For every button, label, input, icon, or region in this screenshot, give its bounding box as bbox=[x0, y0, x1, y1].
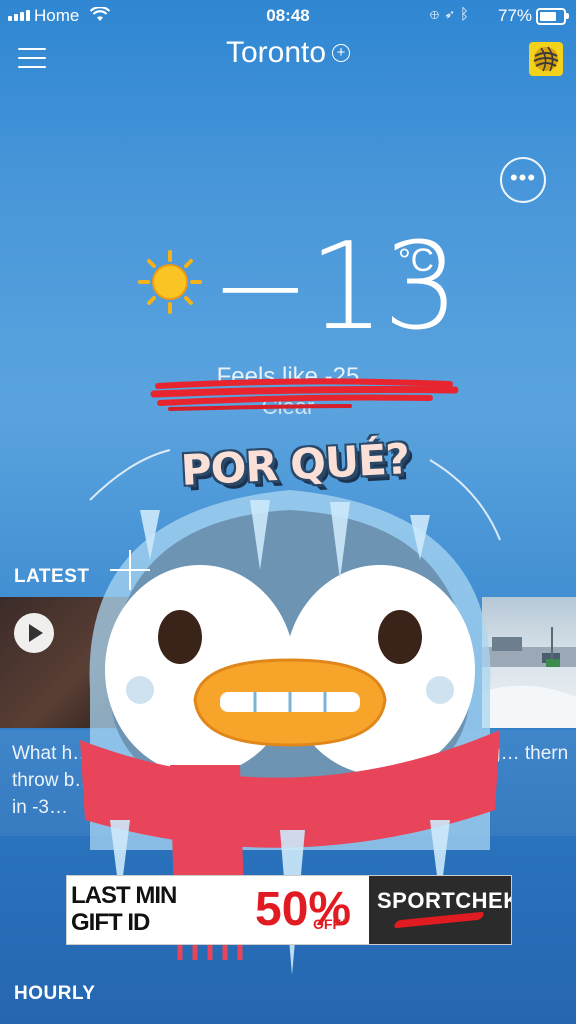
more-dots-icon[interactable]: ••• bbox=[500, 157, 546, 203]
bluetooth-icon: ᛒ bbox=[460, 6, 476, 23]
battery-percent: 77% bbox=[498, 6, 533, 25]
plus-circle-icon[interactable]: + bbox=[332, 44, 351, 62]
status-icons: ⊕➶ᛒ bbox=[430, 6, 475, 23]
play-icon[interactable] bbox=[14, 613, 54, 653]
city-header[interactable]: Toronto + bbox=[0, 36, 576, 70]
ad-brand-panel: SPORTCHEK bbox=[369, 876, 512, 944]
sportchek-ad-banner[interactable]: LAST MIN GIFT ID 50% OFF* SPORTCHEK bbox=[66, 875, 512, 945]
location-icon: ➶ bbox=[445, 6, 461, 23]
battery-icon bbox=[536, 8, 566, 25]
temperature-unit: °C bbox=[398, 242, 434, 278]
ad-brand: SPORTCHEK bbox=[377, 888, 512, 913]
weather-network-logo[interactable] bbox=[529, 42, 563, 76]
red-scribble-underline bbox=[150, 378, 459, 411]
sun-icon bbox=[138, 250, 202, 314]
hourly-section-title: HOURLY bbox=[14, 983, 96, 1004]
battery-nub bbox=[566, 13, 569, 19]
ad-headline: LAST MIN GIFT ID bbox=[71, 882, 177, 936]
ad-swoosh-icon bbox=[392, 911, 486, 929]
city-name[interactable]: Toronto bbox=[226, 36, 326, 70]
status-bar: Home 08:48 ⊕➶ᛒ 77% bbox=[0, 0, 576, 30]
status-time: 08:48 bbox=[266, 6, 310, 25]
ad-off: OFF* bbox=[313, 916, 347, 932]
rotation-lock-icon: ⊕ bbox=[430, 6, 446, 23]
